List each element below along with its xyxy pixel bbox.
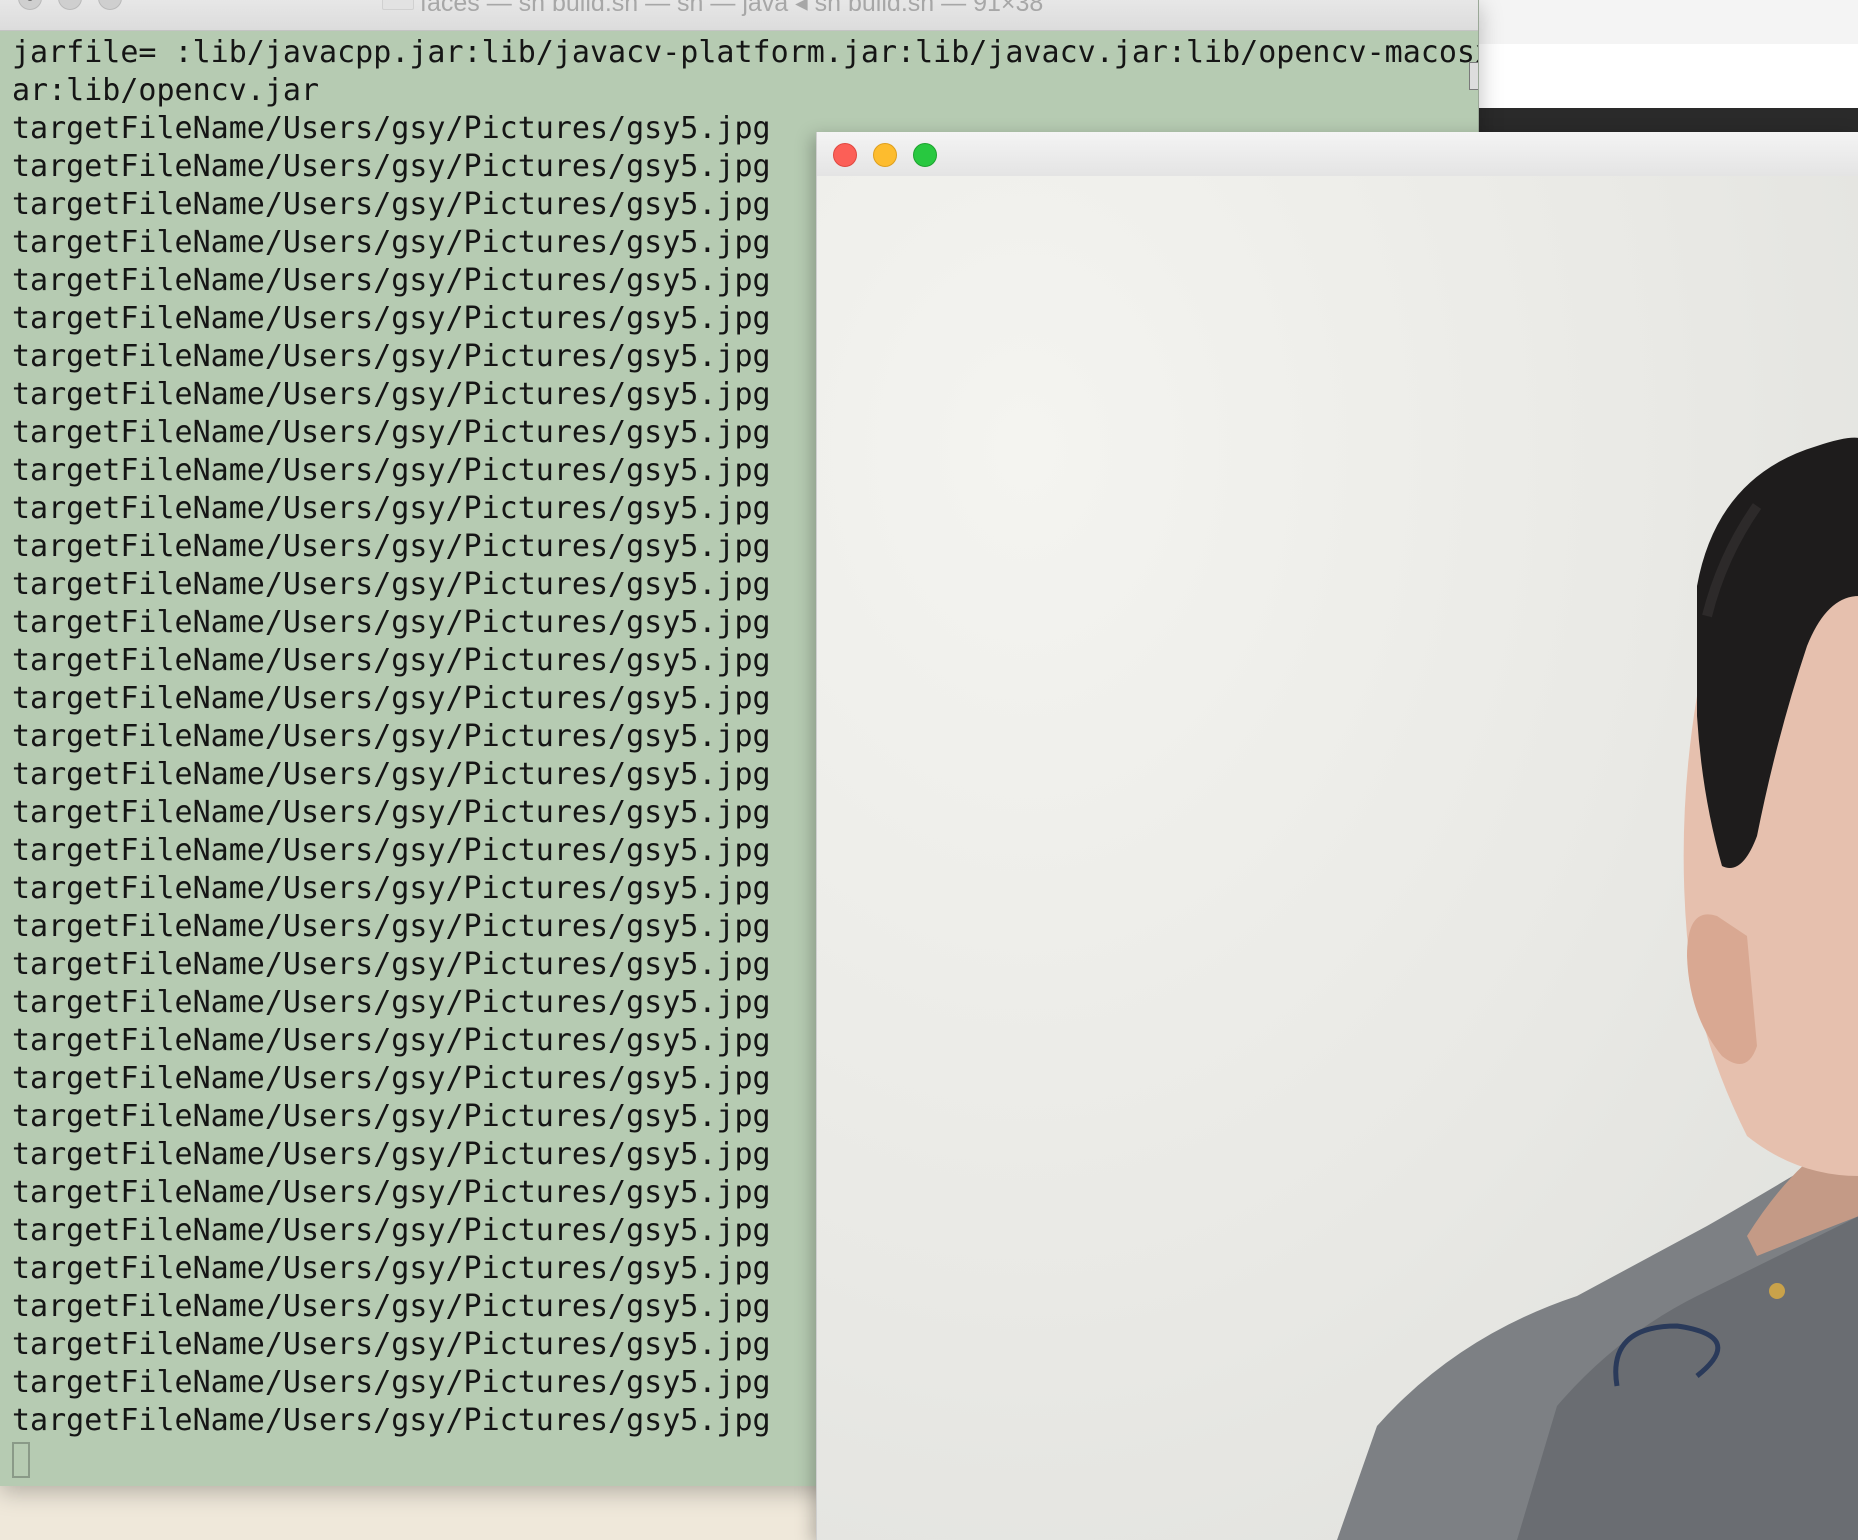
terminal-titlebar[interactable]: faces — sh build.sh — sh — java ◂ sh bui… <box>0 0 1478 31</box>
terminal-scroll-marker[interactable] <box>1469 62 1478 90</box>
terminal-line: ar:lib/opencv.jar <box>12 73 320 108</box>
person-image <box>1337 437 1858 1540</box>
terminal-line: jarfile= :lib/javacpp.jar:lib/javacv-pla… <box>12 35 1478 70</box>
terminal-minimize-button[interactable] <box>58 0 82 10</box>
terminal-zoom-button[interactable] <box>98 0 122 10</box>
desktop-background <box>1460 0 1858 44</box>
terminal-title: faces — sh build.sh — sh — java ◂ sh bui… <box>420 0 1044 17</box>
close-button[interactable] <box>833 143 857 167</box>
minimize-button[interactable] <box>873 143 897 167</box>
camera-titlebar[interactable] <box>817 132 1858 177</box>
zoom-button[interactable] <box>913 143 937 167</box>
background-window-strip <box>1478 44 1858 108</box>
camera-feed <box>817 176 1858 1540</box>
terminal-close-button[interactable] <box>18 0 42 10</box>
text-cursor <box>12 1442 30 1478</box>
folder-icon <box>382 0 414 10</box>
background-window-dark-bar <box>1478 108 1858 132</box>
camera-window[interactable] <box>816 132 1858 1540</box>
